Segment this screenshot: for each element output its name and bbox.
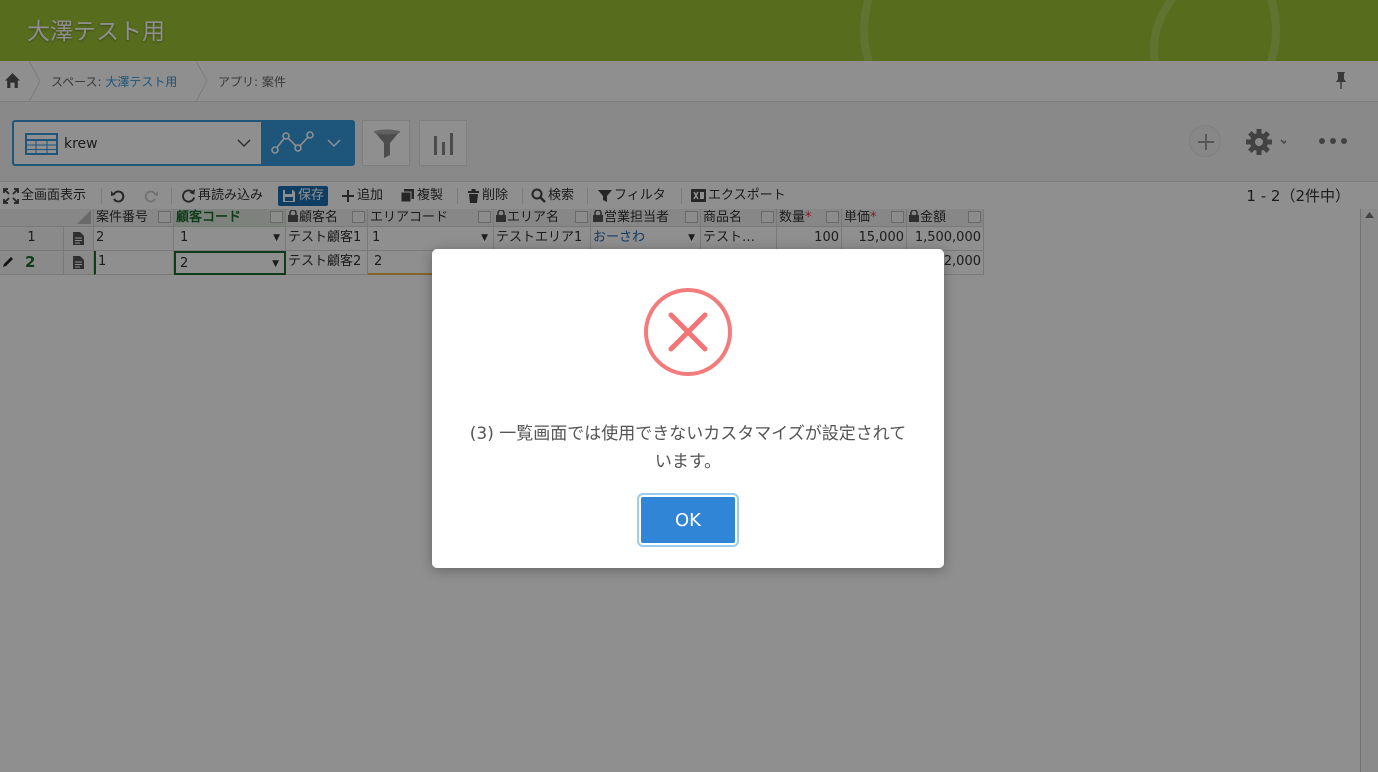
ok-button[interactable]: OK: [637, 493, 739, 547]
error-x-icon: [644, 288, 732, 376]
dialog-message-line: います。: [654, 452, 722, 472]
error-dialog: (3) 一覧画面では使用できないカスタマイズが設定されて います。 OK: [432, 249, 944, 568]
dialog-message-line: (3) 一覧画面では使用できないカスタマイズが設定されて: [469, 424, 907, 444]
dialog-message: (3) 一覧画面では使用できないカスタマイズが設定されて います。: [452, 420, 924, 476]
